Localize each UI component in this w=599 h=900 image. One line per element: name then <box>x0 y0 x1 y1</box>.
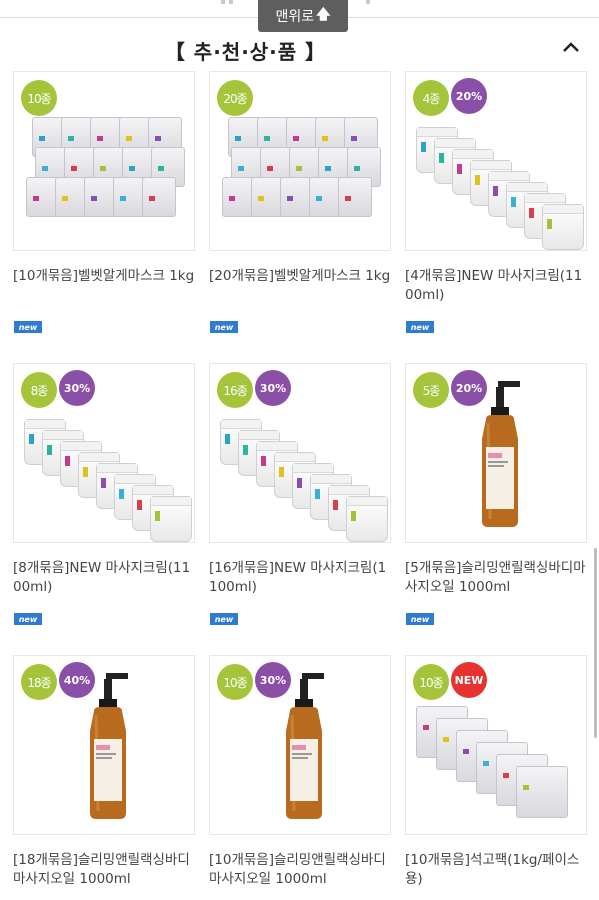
bundle-count-badge: 20종 <box>217 80 253 116</box>
bundle-count-badge: 5종 <box>413 372 449 408</box>
bundle-count-badge: 4종 <box>413 80 449 116</box>
product-image[interactable]: 18종 40% <box>13 655 195 835</box>
bundle-count-badge: 18종 <box>21 664 57 700</box>
new-tag-icon: new <box>406 613 434 625</box>
discount-badge: 30% <box>255 662 291 698</box>
product-title[interactable]: [16개묶음]NEW 마사지크림(1100ml) <box>209 559 391 597</box>
product-image[interactable]: 20종 <box>209 71 391 251</box>
new-tag-icon: new <box>210 613 238 625</box>
new-tag-icon: new <box>406 321 434 333</box>
bundle-count-badge: 10종 <box>21 80 57 116</box>
section-title: 【 추·천·상·품 】 <box>164 40 327 64</box>
product-title[interactable]: [10개묶음]벨벳알게마스크 1kg <box>13 267 195 286</box>
product-title[interactable]: [4개묶음]NEW 마사지크림(1100ml) <box>405 267 587 305</box>
discount-badge: 40% <box>59 662 95 698</box>
chevron-up-icon[interactable] <box>559 36 583 60</box>
product-title[interactable]: [5개묶음]슬리밍앤릴랙싱바디마사지오일 1000ml <box>405 559 587 597</box>
discount-badge: 20% <box>451 78 487 114</box>
discount-badge: 30% <box>59 370 95 406</box>
product-image[interactable]: 5종 20% <box>405 363 587 543</box>
scroll-to-top-button[interactable]: 맨위로 🡅 <box>258 0 348 32</box>
bundle-count-badge: 10종 <box>217 664 253 700</box>
divider-dot <box>221 0 225 4</box>
divider-dot <box>229 0 233 4</box>
bundle-count-badge: 16종 <box>217 372 253 408</box>
arrow-up-icon: 🡅 <box>316 7 331 23</box>
product-image[interactable]: 16종 30% <box>209 363 391 543</box>
product-image[interactable]: 8종 30% <box>13 363 195 543</box>
new-tag-icon: new <box>14 613 42 625</box>
new-badge: NEW <box>451 662 487 698</box>
product-image[interactable]: 10종 NEW <box>405 655 587 835</box>
product-title[interactable]: [20개묶음]벨벳알게마스크 1kg <box>209 267 391 286</box>
scrollbar[interactable] <box>594 548 597 738</box>
recommended-section-header: 【 추·천·상·품 】 <box>0 32 599 68</box>
product-title[interactable]: [10개묶음]석고팩(1kg/페이스용) <box>405 851 587 889</box>
discount-badge: 20% <box>451 370 487 406</box>
bundle-count-badge: 10종 <box>413 664 449 700</box>
discount-badge: 30% <box>255 370 291 406</box>
product-title[interactable]: [10개묶음]슬리밍앤릴랙싱바디마사지오일 1000ml <box>209 851 391 889</box>
product-image[interactable]: 4종 20% <box>405 71 587 251</box>
new-tag-icon: new <box>210 321 238 333</box>
product-image[interactable]: 10종 <box>13 71 195 251</box>
divider-dot <box>366 0 370 4</box>
product-title[interactable]: [18개묶음]슬리밍앤릴랙싱바디마사지오일 1000ml <box>13 851 195 889</box>
product-title[interactable]: [8개묶음]NEW 마사지크림(1100ml) <box>13 559 195 597</box>
new-tag-icon: new <box>14 321 42 333</box>
product-image[interactable]: 10종 30% <box>209 655 391 835</box>
scroll-to-top-label: 맨위로 <box>275 9 315 25</box>
bundle-count-badge: 8종 <box>21 372 57 408</box>
